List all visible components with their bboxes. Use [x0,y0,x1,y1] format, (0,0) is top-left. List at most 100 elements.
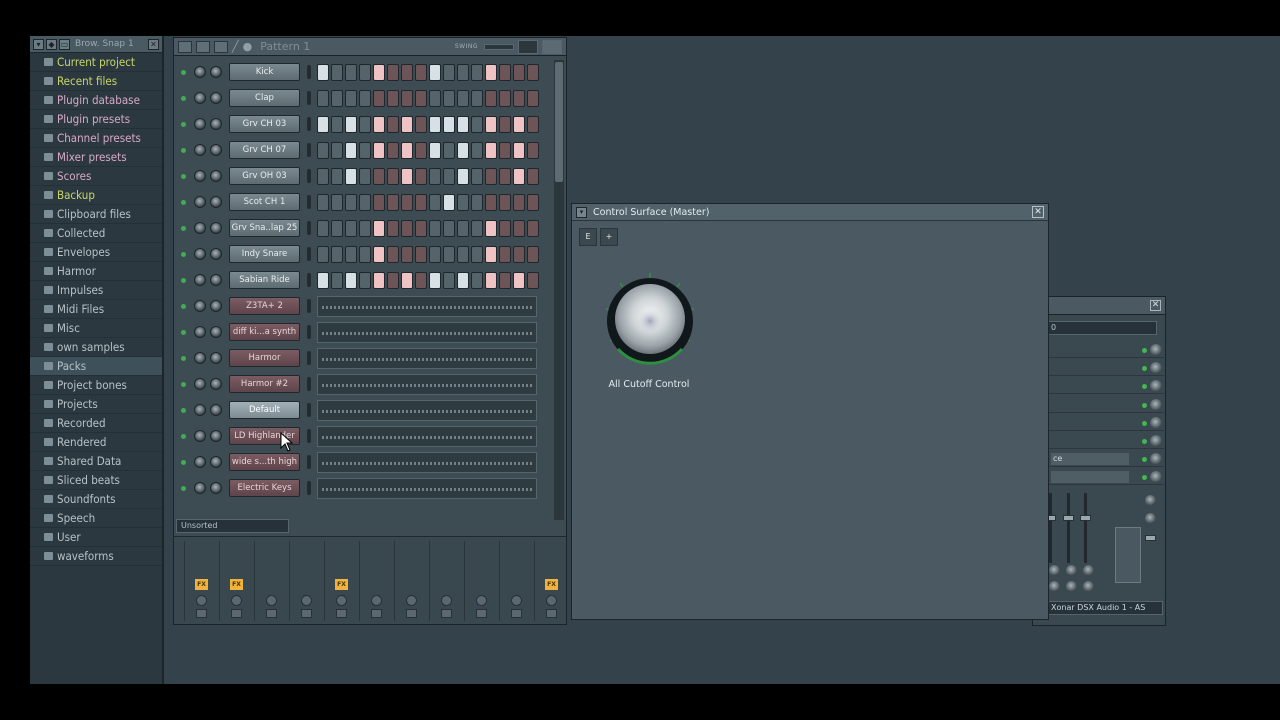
insert-knob[interactable] [301,595,312,606]
browser-item[interactable]: Soundfonts [30,490,162,509]
pan-knob[interactable] [1049,565,1060,576]
browser-item[interactable]: Shared Data [30,452,162,471]
step-button[interactable] [387,116,399,133]
step-button[interactable] [429,116,441,133]
step-button[interactable] [331,194,343,211]
browser-item[interactable]: Recorded [30,414,162,433]
step-button[interactable] [373,64,385,81]
channel-select[interactable] [307,481,311,495]
step-button[interactable] [499,168,511,185]
step-button[interactable] [513,246,525,263]
browser-item[interactable]: Envelopes [30,243,162,262]
step-button[interactable] [513,90,525,107]
insert-strip[interactable] [289,541,323,621]
pan-knob[interactable] [210,248,222,260]
insert-strip[interactable]: FX [219,541,253,621]
browser-item[interactable]: User [30,528,162,547]
piano-roll-icon[interactable] [542,39,562,54]
step-button[interactable] [387,220,399,237]
step-button[interactable] [513,142,525,159]
window-menu-icon[interactable]: ▾ [576,206,587,218]
insert-button[interactable] [546,609,557,618]
step-button[interactable] [401,116,413,133]
channel-name-button[interactable]: Clap [229,89,300,107]
step-button[interactable] [443,64,455,81]
channel-name-button[interactable]: Scot CH 1 [229,193,300,211]
step-button[interactable] [415,168,427,185]
channel-select[interactable] [307,429,311,443]
channel-name-button[interactable]: Z3TA+ 2 [229,297,300,315]
pan-knob[interactable] [210,352,222,364]
step-button[interactable] [443,220,455,237]
step-button[interactable] [373,90,385,107]
step-button[interactable] [527,168,539,185]
browser-menu-icon[interactable]: ▾ [33,38,44,50]
step-button[interactable] [443,246,455,263]
step-button[interactable] [359,220,371,237]
insert-knob[interactable] [476,595,487,606]
step-button[interactable] [471,116,483,133]
step-button[interactable] [415,116,427,133]
eq-knob[interactable] [1145,495,1156,506]
mute-led[interactable] [181,148,186,153]
pan-knob[interactable] [1066,565,1077,576]
step-button[interactable] [373,220,385,237]
master-fader[interactable] [1115,527,1141,583]
browser-item[interactable]: Harmor [30,262,162,281]
piano-roll-preview[interactable] [317,478,537,499]
fader-cap[interactable] [1145,535,1156,541]
channel-select[interactable] [307,169,311,183]
pan-knob[interactable] [210,118,222,130]
piano-roll-preview[interactable] [317,426,537,447]
volume-knob[interactable] [194,92,206,104]
volume-knob[interactable] [194,144,206,156]
step-button[interactable] [457,220,469,237]
mute-led[interactable] [181,304,186,309]
send-knob[interactable] [1083,581,1094,592]
pan-knob[interactable] [210,274,222,286]
pan-knob[interactable] [210,222,222,234]
volume-knob[interactable] [194,118,206,130]
slot-knob[interactable] [1150,416,1162,429]
mute-led[interactable] [181,486,186,491]
channel-select[interactable] [307,455,311,469]
browser-item[interactable]: Channel presets [30,129,162,148]
step-button[interactable] [443,272,455,289]
mute-led[interactable] [181,174,186,179]
step-button[interactable] [429,168,441,185]
step-button[interactable] [387,142,399,159]
volume-knob[interactable] [194,430,206,442]
step-button[interactable] [471,64,483,81]
fader[interactable] [1084,493,1087,563]
step-button[interactable] [345,90,357,107]
step-button[interactable] [387,168,399,185]
browser-item[interactable]: Plugin presets [30,110,162,129]
step-button[interactable] [513,194,525,211]
insert-strip[interactable] [429,541,463,621]
mute-led[interactable] [181,70,186,75]
step-button[interactable] [373,246,385,263]
mixer-slot[interactable] [1049,361,1164,377]
insert-strip[interactable] [254,541,288,621]
step-button[interactable] [471,272,483,289]
volume-knob[interactable] [194,482,206,494]
slot-led[interactable] [1142,348,1147,353]
mixer-slot[interactable] [1049,379,1164,395]
slot-led[interactable] [1142,439,1147,444]
mixer-track-select[interactable]: 0 [1047,321,1157,335]
channel-select[interactable] [307,325,311,339]
step-button[interactable] [457,90,469,107]
step-button[interactable] [317,246,329,263]
step-button[interactable] [485,246,497,263]
pan-knob[interactable] [210,196,222,208]
insert-button[interactable] [231,609,242,618]
pan-knob[interactable] [210,378,222,390]
insert-button[interactable] [371,609,382,618]
step-button[interactable] [429,90,441,107]
pan-knob[interactable] [210,170,222,182]
insert-button[interactable] [196,609,207,618]
browser-item[interactable]: Misc [30,319,162,338]
pan-knob[interactable] [210,326,222,338]
step-button[interactable] [359,90,371,107]
step-button[interactable] [485,116,497,133]
